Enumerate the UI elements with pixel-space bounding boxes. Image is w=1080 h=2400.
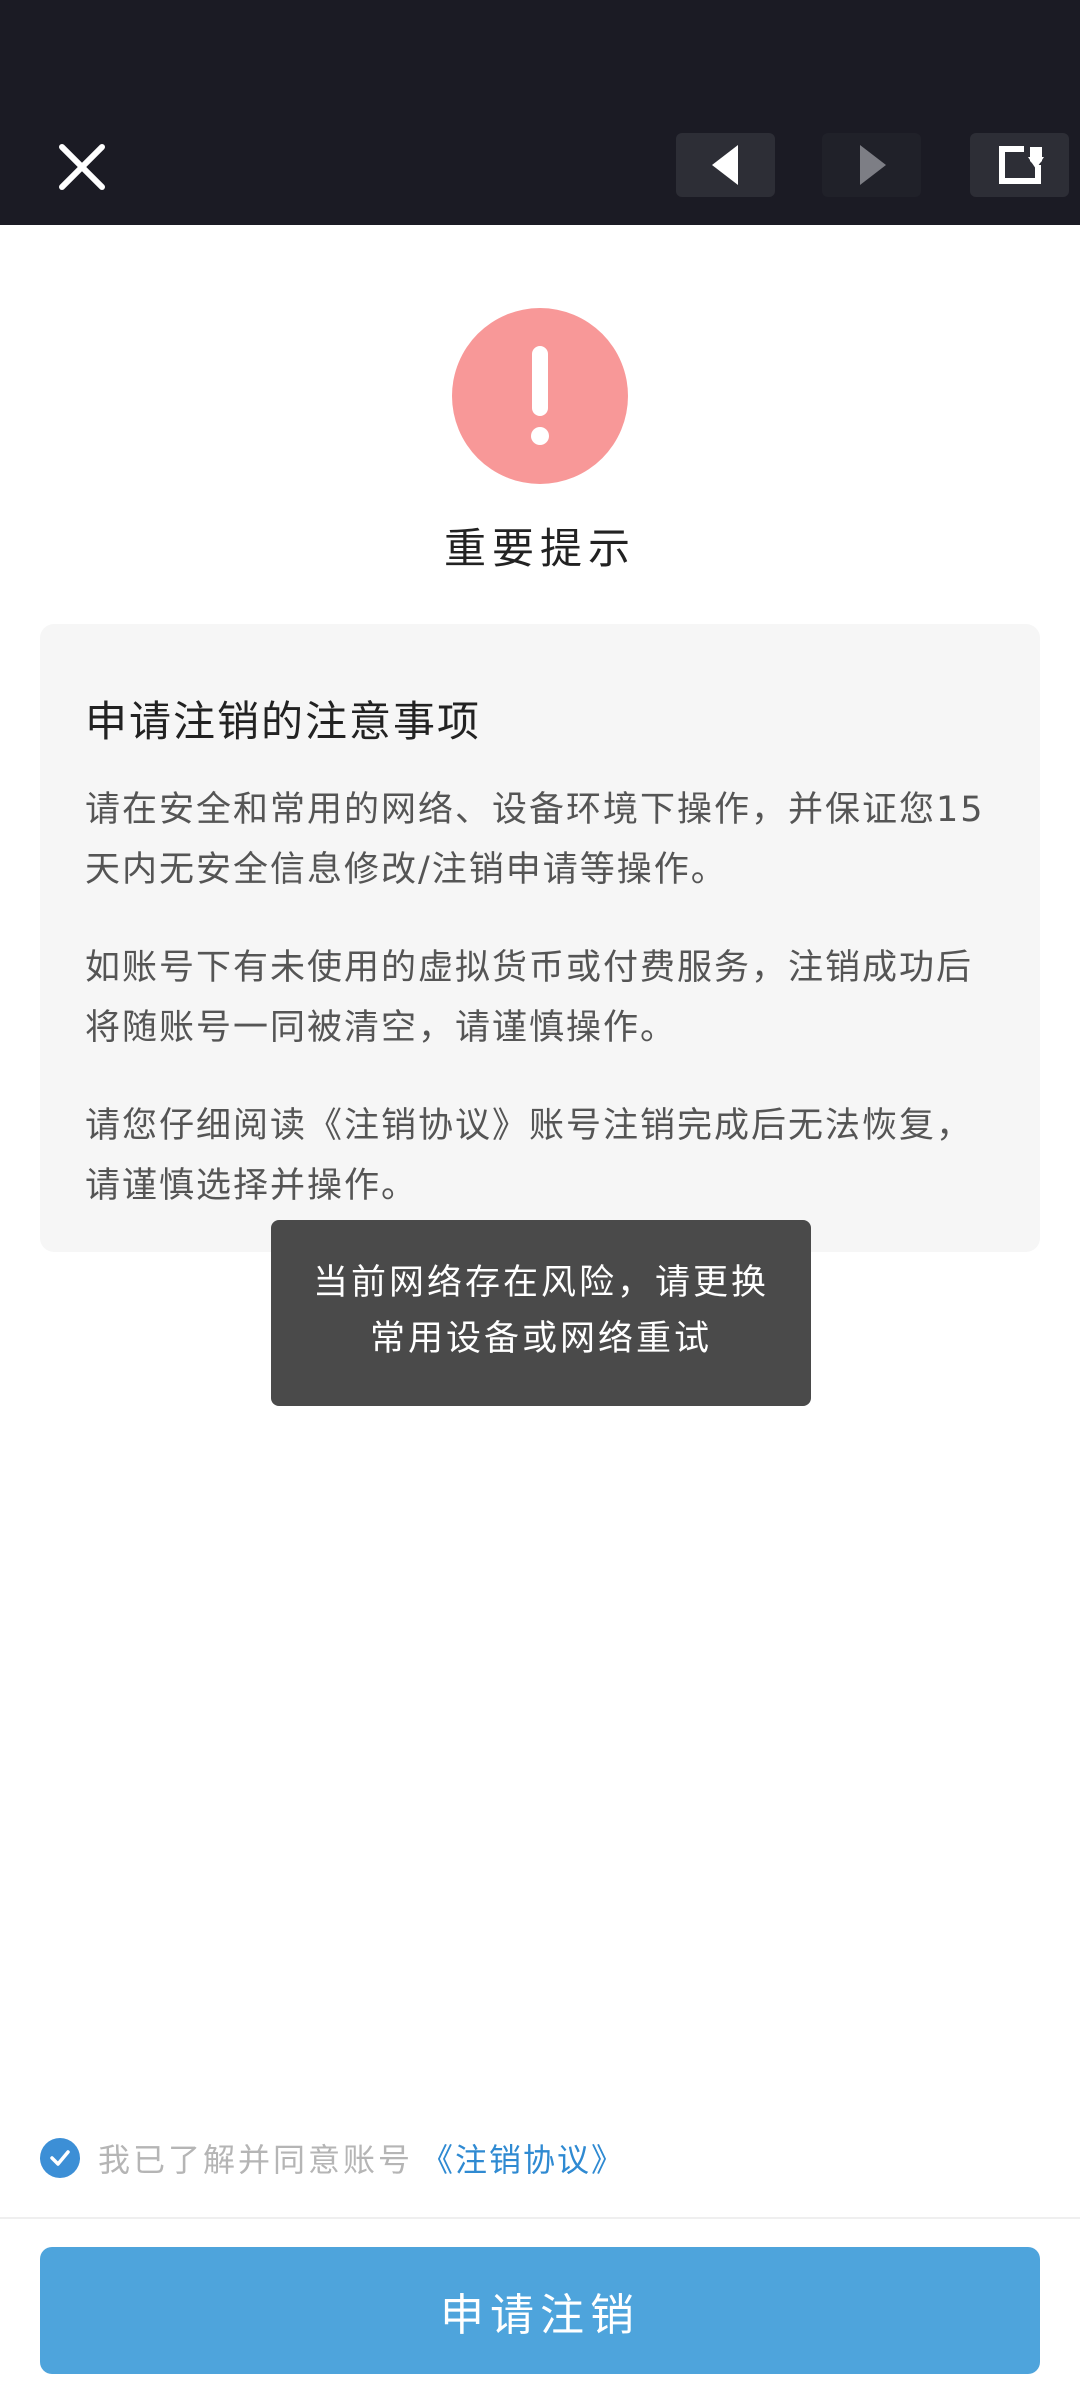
back-button[interactable] <box>676 133 775 197</box>
agreement-link[interactable]: 《注销协议》 <box>421 2135 625 2181</box>
notice-card: 申请注销的注意事项 请在安全和常用的网络、设备环境下操作，并保证您15天内无安全… <box>40 624 1040 1252</box>
forward-button[interactable] <box>822 133 921 197</box>
toast-line: 当前网络存在风险，请更换 <box>312 1263 769 1303</box>
refresh-icon <box>998 146 1044 184</box>
agree-checkbox[interactable] <box>40 2138 80 2178</box>
notice-paragraph: 请您仔细阅读《注销协议》账号注销完成后无法恢复，请谨慎选择并操作。 <box>85 1106 974 1206</box>
close-icon <box>59 144 105 190</box>
notice-heading: 申请注销的注意事项 <box>85 697 482 746</box>
notice-paragraph: 如账号下有未使用的虚拟货币或付费服务，注销成功后将随账号一同被清空，请谨慎操作。 <box>85 948 974 1048</box>
refresh-button[interactable] <box>970 133 1069 197</box>
divider <box>0 2217 1080 2219</box>
checkmark-icon <box>50 2150 70 2166</box>
forward-triangle-icon <box>859 145 886 185</box>
risk-toast: 当前网络存在风险，请更换 常用设备或网络重试 <box>271 1220 811 1406</box>
top-bar <box>0 0 1080 225</box>
alert-icon <box>452 308 628 484</box>
notice-paragraph: 请在安全和常用的网络、设备环境下操作，并保证您15天内无安全信息修改/注销申请等… <box>85 790 985 890</box>
agreement-text: 我已了解并同意账号 <box>98 2141 414 2179</box>
agreement-row: 我已了解并同意账号 《注销协议》 <box>40 2135 625 2181</box>
apply-cancellation-button[interactable]: 申请注销 <box>40 2247 1040 2374</box>
close-button[interactable] <box>50 135 114 199</box>
toast-line: 常用设备或网络重试 <box>369 1319 712 1359</box>
back-triangle-icon <box>711 145 738 185</box>
exclamation-icon <box>531 346 549 445</box>
page-title: 重要提示 <box>443 524 636 573</box>
